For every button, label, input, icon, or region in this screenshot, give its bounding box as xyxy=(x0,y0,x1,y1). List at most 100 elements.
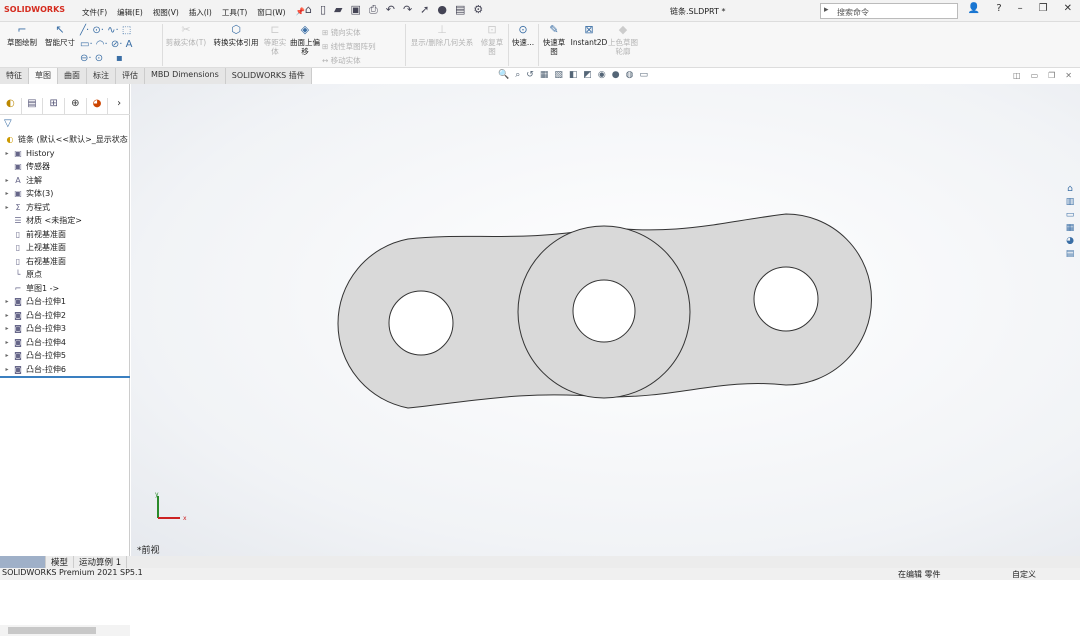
search-commands-input[interactable]: ▸ 搜索命令 xyxy=(820,3,958,19)
tab-surfaces[interactable]: 曲面 xyxy=(58,68,87,84)
tab-evaluate[interactable]: 评估 xyxy=(116,68,145,84)
tree-item[interactable]: └ 原点 xyxy=(2,268,130,282)
tab-markup[interactable]: 标注 xyxy=(87,68,116,84)
expand-arrow-icon[interactable]: ▸ xyxy=(2,312,12,319)
shaded-contours-button[interactable]: ◆ 上色草图轮廓 xyxy=(608,24,638,56)
tree-item[interactable]: ▸ ▣ 实体(3) xyxy=(2,187,130,201)
quick-snaps-button[interactable]: ⊙ 快速... xyxy=(510,24,536,47)
tree-item[interactable]: ▸ ◙ 凸台-拉伸4 xyxy=(2,336,130,350)
tree-item[interactable]: ▯ 右视基准面 xyxy=(2,255,130,269)
menu-tools[interactable]: 工具(T) xyxy=(222,7,247,18)
expand-arrow-icon[interactable]: ▸ xyxy=(2,150,12,157)
scene-icon[interactable]: ◍ xyxy=(626,70,634,80)
section-view-icon[interactable]: ▦ xyxy=(540,70,549,80)
move-entities-button[interactable]: ↔ 移动实体 xyxy=(322,54,402,68)
rapid-sketch-button[interactable]: ✎ 快速草图 xyxy=(540,24,568,56)
tree-item[interactable]: ▸ ◙ 凸台-拉伸3 xyxy=(2,322,130,336)
expand-arrow-icon[interactable]: ▸ xyxy=(2,298,12,305)
tree-item[interactable]: ▸ ▣ History xyxy=(2,147,130,161)
smart-dimension-button[interactable]: ↖ 智能尺寸 xyxy=(42,24,78,47)
zoom-area-icon[interactable]: ⌕ xyxy=(515,70,520,80)
appearances-icon[interactable]: ◕ xyxy=(1062,236,1078,246)
tree-item[interactable]: ▸ ◙ 凸台-拉伸2 xyxy=(2,309,130,323)
rollback-bar[interactable] xyxy=(0,376,130,378)
sketch-entities-group[interactable]: ╱· ⊙· ∿· ⬚ ▭· ◠· ⊘· A ⊖· ⊙ ▪ xyxy=(80,24,160,66)
dimxpert-tab-icon[interactable]: ⊕ xyxy=(65,98,87,114)
tab-solidworks-addins[interactable]: SOLIDWORKS 插件 xyxy=(225,68,312,84)
linear-pattern-button[interactable]: ⊞ 线性草图阵列 xyxy=(322,40,402,54)
view-palette-icon[interactable]: ▦ xyxy=(1062,223,1078,233)
viewport-min-icon[interactable]: ▭ xyxy=(1031,71,1039,80)
edit-appearance-icon[interactable]: ● xyxy=(612,70,620,80)
more-tabs-chevron-icon[interactable]: › xyxy=(108,98,130,114)
menu-edit[interactable]: 编辑(E) xyxy=(117,7,143,18)
solidworks-resources-icon[interactable]: ⌂ xyxy=(1062,184,1078,194)
tree-item[interactable]: ▸ ◙ 凸台-拉伸6 xyxy=(2,363,130,377)
open-icon[interactable]: ▰ xyxy=(334,3,342,17)
undo-icon[interactable]: ↶ xyxy=(386,3,395,17)
help-icon[interactable]: ? xyxy=(996,3,1001,14)
scroll-thumb[interactable] xyxy=(8,627,96,634)
tree-item[interactable]: ▸ Σ 方程式 xyxy=(2,201,130,215)
mirror-entities-button[interactable]: ⊞ 镜向实体 xyxy=(322,26,402,40)
expand-arrow-icon[interactable]: ▸ xyxy=(2,339,12,346)
tab-sketch[interactable]: 草图 xyxy=(29,68,58,84)
property-manager-tab-icon[interactable]: ▤ xyxy=(22,98,44,114)
viewport-split-icon[interactable]: ◫ xyxy=(1013,71,1021,80)
select-icon[interactable]: ➚ xyxy=(420,3,429,17)
options-icon[interactable]: ⚙ xyxy=(473,3,483,17)
display-relations-button[interactable]: ⊥ 显示/删除几何关系 xyxy=(407,24,477,47)
design-library-icon[interactable]: ▥ xyxy=(1062,197,1078,207)
menu-view[interactable]: 视图(V) xyxy=(153,7,179,18)
tree-item[interactable]: ▣ 传感器 xyxy=(2,160,130,174)
offset-entities-button[interactable]: ⊏ 等距实体 xyxy=(262,24,288,56)
tab-scroll-arrows[interactable] xyxy=(0,556,46,568)
tab-mbd-dimensions[interactable]: MBD Dimensions xyxy=(145,68,226,84)
minimize-button[interactable]: – xyxy=(1018,3,1023,14)
tree-item[interactable]: ▸ A 注解 xyxy=(2,174,130,188)
view-orientation-icon[interactable]: ◧ xyxy=(569,70,578,80)
expand-arrow-icon[interactable]: ▸ xyxy=(2,190,12,197)
convert-entities-button[interactable]: ⬡ 转换实体引用 xyxy=(210,24,262,47)
menu-window[interactable]: 窗口(W) xyxy=(257,7,285,18)
expand-arrow-icon[interactable]: ▸ xyxy=(2,204,12,211)
tree-item[interactable]: ⌐ 草图1 -> xyxy=(2,282,130,296)
redo-icon[interactable]: ↷ xyxy=(403,3,412,17)
home-icon[interactable]: ⌂ xyxy=(305,3,312,17)
save-icon[interactable]: ▣ xyxy=(351,3,361,17)
tree-item[interactable]: ☰ 材质 <未指定> xyxy=(2,214,130,228)
tree-item[interactable]: ▸ ◙ 凸台-拉伸1 xyxy=(2,295,130,309)
file-explorer-icon[interactable]: ▭ xyxy=(1062,210,1078,220)
repair-sketch-button[interactable]: ⊡ 修复草图 xyxy=(478,24,506,56)
offset-on-surface-button[interactable]: ◈ 曲面上偏移 xyxy=(290,24,320,56)
zoom-to-fit-icon[interactable]: 🔍 xyxy=(498,70,509,80)
menu-insert[interactable]: 插入(I) xyxy=(189,7,212,18)
rebuild-icon[interactable]: ● xyxy=(437,3,447,17)
tree-item[interactable]: ◐ 链条 (默认<<默认>_显示状态 xyxy=(2,133,130,147)
tree-item[interactable]: ▯ 上视基准面 xyxy=(2,241,130,255)
tab-motion-study-1[interactable]: 运动算例 1 xyxy=(74,556,128,568)
tab-features[interactable]: 特征 xyxy=(0,68,29,84)
file-properties-icon[interactable]: ▤ xyxy=(455,3,465,17)
instant2d-button[interactable]: ⊠ Instant2D xyxy=(570,24,608,47)
display-style-icon[interactable]: ◩ xyxy=(583,70,592,80)
print-icon[interactable]: ⎙ xyxy=(369,3,378,17)
filter-icon[interactable]: ▽ xyxy=(4,118,12,129)
tree-item[interactable]: ▯ 前视基准面 xyxy=(2,228,130,242)
trim-entities-button[interactable]: ✂ 剪裁实体(T) xyxy=(164,24,208,47)
expand-arrow-icon[interactable]: ▸ xyxy=(2,352,12,359)
graphics-area[interactable]: y x ⌂ ▥ ▭ ▦ ◕ ▤ xyxy=(131,84,1080,556)
dynamic-annotation-icon[interactable]: ▧ xyxy=(554,70,563,80)
restore-button[interactable]: ❐ xyxy=(1039,3,1048,14)
custom-properties-icon[interactable]: ▤ xyxy=(1062,249,1078,259)
viewport-close-icon[interactable]: ✕ xyxy=(1065,71,1072,80)
units-custom-dropdown[interactable]: 自定义 xyxy=(1012,569,1036,580)
panel-horizontal-scrollbar[interactable] xyxy=(0,625,130,636)
feature-manager-tab-icon[interactable]: ◐ xyxy=(0,98,22,114)
expand-arrow-icon[interactable]: ▸ xyxy=(2,177,12,184)
previous-view-icon[interactable]: ↺ xyxy=(526,70,534,80)
display-manager-tab-icon[interactable]: ◕ xyxy=(87,98,109,114)
configuration-manager-tab-icon[interactable]: ⊞ xyxy=(43,98,66,114)
tree-item[interactable]: ▸ ◙ 凸台-拉伸5 xyxy=(2,349,130,363)
tab-model[interactable]: 模型 xyxy=(46,556,75,568)
